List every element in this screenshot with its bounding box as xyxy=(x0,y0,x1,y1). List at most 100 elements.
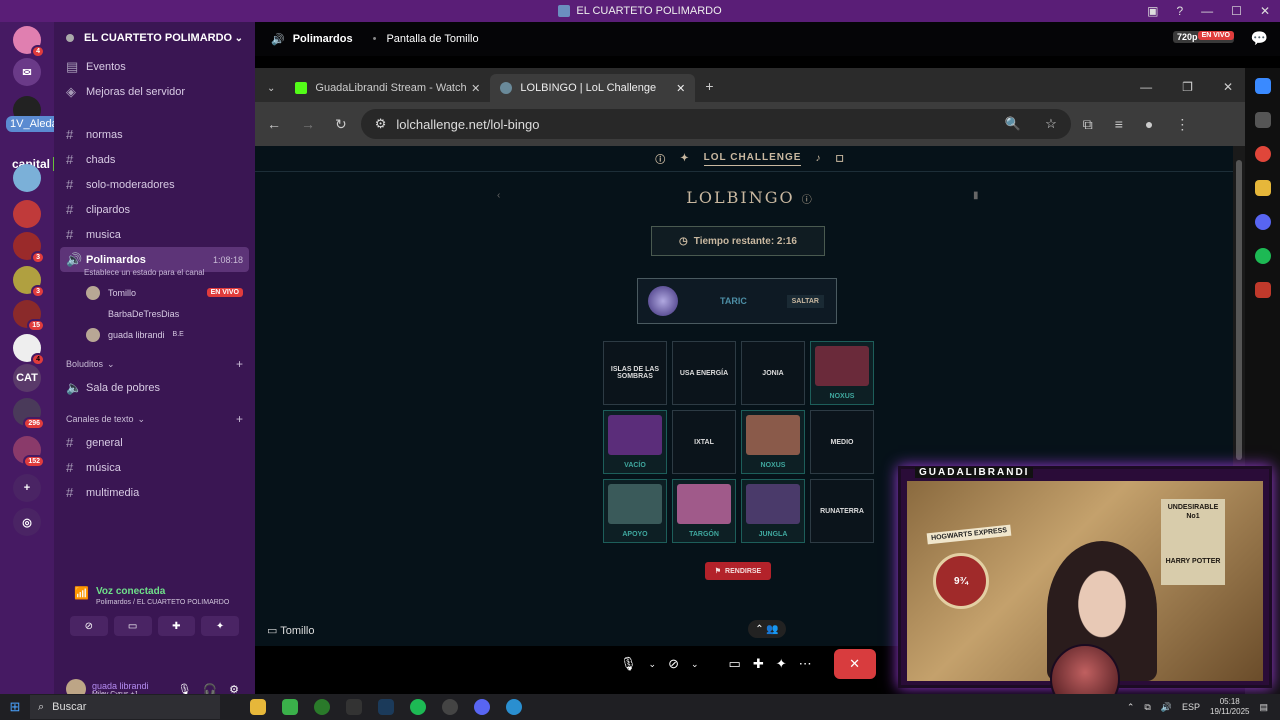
channel-clipardos[interactable]: # clipardos xyxy=(54,197,255,222)
volume-icon[interactable]: 🔊 xyxy=(1161,702,1172,713)
tiktok-icon[interactable]: ♪ xyxy=(815,153,821,164)
extensions-icon[interactable]: ⧉ xyxy=(1083,116,1093,133)
camera-off-button[interactable]: ⊘ xyxy=(70,616,108,636)
profile-icon[interactable]: ● xyxy=(1145,116,1153,133)
search-icon[interactable] xyxy=(1254,112,1271,128)
tab-guadalibrandi[interactable]: GuadaLibrandi Stream - Watch ✕ xyxy=(285,74,490,102)
site-title[interactable]: LOL CHALLENGE xyxy=(703,152,802,166)
server-icon[interactable] xyxy=(13,200,41,228)
bingo-cell[interactable]: JONIA xyxy=(741,341,805,405)
bingo-cell[interactable]: NOXUS xyxy=(810,341,874,405)
server-header[interactable]: EL CUARTETO POLIMARDO ⌄ xyxy=(54,22,255,54)
app-icon[interactable] xyxy=(1254,282,1271,298)
app-icon[interactable] xyxy=(282,699,298,715)
restore-button[interactable]: ❐ xyxy=(1182,80,1193,94)
server-icon[interactable]: 3 xyxy=(13,232,45,264)
server-cat[interactable]: CAT xyxy=(13,364,41,392)
new-tab-button[interactable]: + xyxy=(705,78,713,94)
voice-member[interactable]: BarbaDeTresDias xyxy=(54,303,255,324)
reload-icon[interactable]: ↻ xyxy=(335,116,347,133)
forward-icon[interactable]: → xyxy=(301,116,315,133)
url-field[interactable]: ⚙ lolchallenge.net/lol-bingo 🔍 ☆ xyxy=(360,109,1071,139)
chevron-down-icon[interactable]: ⌄ xyxy=(691,659,699,670)
server-icon[interactable] xyxy=(13,164,41,192)
server-folder[interactable]: 152 xyxy=(13,436,45,468)
windows-icon[interactable] xyxy=(1254,78,1271,94)
stats-icon[interactable]: ▮ xyxy=(973,190,979,201)
obs-icon[interactable] xyxy=(442,699,458,715)
expand-participants-button[interactable]: ⌃ 👥 xyxy=(748,620,786,638)
voice-member[interactable]: Tomillo EN VIVO xyxy=(54,282,255,303)
explorer-icon[interactable] xyxy=(250,699,266,715)
soundboard-icon[interactable]: ✦ xyxy=(776,656,787,672)
menu-icon[interactable]: ⋮ xyxy=(1175,116,1189,133)
home-button[interactable]: 4 xyxy=(13,26,45,58)
tab-lolbingo[interactable]: LOLBINGO | LoL Challenge ✕ xyxy=(490,74,696,102)
server-icon[interactable]: 3 xyxy=(13,266,45,298)
add-channel-icon[interactable]: + xyxy=(236,412,243,426)
language-indicator[interactable]: ESP xyxy=(1182,702,1200,712)
server-folder[interactable]: 296 xyxy=(13,398,45,430)
network-icon[interactable]: ⧉ xyxy=(1144,702,1150,713)
channel-events[interactable]: ▤ Eventos xyxy=(54,54,255,79)
surrender-button[interactable]: ⚑ RENDIRSE xyxy=(705,562,771,580)
channel-solo-moderadores[interactable]: # solo-moderadores xyxy=(54,172,255,197)
voice-channel-sala[interactable]: 🔈 Sala de pobres xyxy=(54,375,255,400)
channel-boosts[interactable]: ◈ Mejoras del servidor xyxy=(54,79,255,104)
mic-icon[interactable]: 🎙 xyxy=(620,656,637,672)
screen-share-button[interactable]: ▭ xyxy=(113,616,152,636)
add-server-icon[interactable]: + xyxy=(13,474,41,502)
bingo-cell[interactable]: VACÍO xyxy=(603,410,667,474)
media-icon[interactable]: ≡ xyxy=(1115,116,1123,133)
tab-search-icon[interactable]: ⌄ xyxy=(267,83,275,94)
bingo-cell[interactable]: USA ENERGÍA xyxy=(672,341,736,405)
edge-icon[interactable] xyxy=(506,699,522,715)
channel-musica[interactable]: # musica xyxy=(54,222,255,247)
close-tab-icon[interactable]: ✕ xyxy=(471,82,480,95)
bingo-cell[interactable]: IXTAL xyxy=(672,410,736,474)
xbox-icon[interactable] xyxy=(314,699,330,715)
close-button[interactable]: ✕ xyxy=(1260,4,1270,18)
activities-button[interactable]: ✚ xyxy=(157,616,196,636)
more-icon[interactable]: ⋯ xyxy=(799,656,812,672)
spotify-icon[interactable] xyxy=(410,699,426,715)
channel-multimedia[interactable]: # multimedia xyxy=(54,480,255,505)
screen-share-icon[interactable]: ▭ xyxy=(729,656,741,672)
folder-icon[interactable] xyxy=(1254,180,1271,196)
channel-status[interactable]: Establece un estado para el canal xyxy=(54,268,255,282)
explore-icon[interactable]: ◎ xyxy=(13,508,41,536)
site-info-icon[interactable]: ⚙ xyxy=(375,116,387,132)
skip-button[interactable]: SALTAR xyxy=(786,294,824,308)
taskbar-search[interactable]: ⌕ Buscar xyxy=(30,695,220,719)
discord-icon[interactable] xyxy=(1254,214,1271,230)
epic-icon[interactable] xyxy=(346,699,362,715)
category-boluditos[interactable]: Boluditos ⌄ + xyxy=(54,353,255,375)
maximize-button[interactable]: ☐ xyxy=(1231,4,1242,18)
bingo-cell[interactable]: RUNATERRA xyxy=(810,479,874,543)
channel-musica-2[interactable]: # música xyxy=(54,455,255,480)
channel-chads[interactable]: # chads xyxy=(54,147,255,172)
dm-icon[interactable]: ✉ xyxy=(13,58,41,86)
zoom-icon[interactable]: 🔍 xyxy=(1005,116,1021,132)
spotify-icon[interactable] xyxy=(1254,248,1271,264)
chevron-down-icon[interactable]: ⌄ xyxy=(649,659,657,670)
server-icon[interactable]: 15 xyxy=(13,300,45,332)
help-icon[interactable]: ? xyxy=(1176,4,1183,18)
steam-icon[interactable] xyxy=(378,699,394,715)
minimize-button[interactable]: — xyxy=(1140,80,1152,94)
bingo-cell[interactable]: TARGÓN xyxy=(672,479,736,543)
inbox-icon[interactable]: ▣ xyxy=(1147,4,1158,18)
camera-off-icon[interactable]: ⊘ xyxy=(668,656,679,672)
bingo-cell[interactable]: MEDIO xyxy=(810,410,874,474)
chat-icon[interactable]: 💬 xyxy=(1251,30,1268,47)
add-channel-icon[interactable]: + xyxy=(236,357,243,371)
chevron-up-icon[interactable]: ⌃ xyxy=(1127,702,1135,713)
bingo-cell[interactable]: ISLAS DE LAS SOMBRAS xyxy=(603,341,667,405)
soundboard-button[interactable]: ✦ xyxy=(201,616,239,636)
channel-general[interactable]: # general xyxy=(54,430,255,455)
instagram-icon[interactable]: ◻ xyxy=(835,153,844,164)
server-icon[interactable]: 4 xyxy=(13,334,45,366)
channel-normas[interactable]: # normas xyxy=(54,122,255,147)
info-icon[interactable]: ⓘ xyxy=(655,151,666,166)
activities-icon[interactable]: ✚ xyxy=(753,656,764,672)
